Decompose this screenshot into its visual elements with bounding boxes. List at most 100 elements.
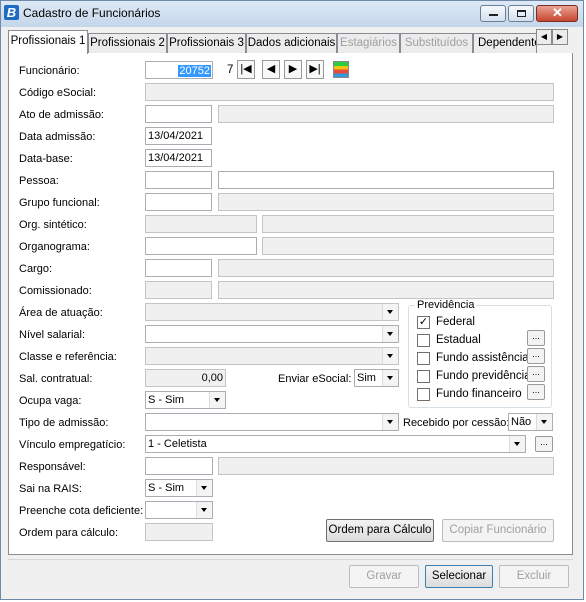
funcionario-code-value: 20752 — [178, 65, 211, 77]
vinculo-select[interactable]: 1 - Celetista — [145, 435, 526, 453]
tab-profissionais-2[interactable]: Profissionais 2 — [88, 33, 167, 53]
tab-estagiarios[interactable]: Estagiários — [337, 33, 400, 53]
federal-label: Federal — [436, 316, 475, 328]
grupo-funcional-desc — [218, 193, 554, 211]
chevron-down-icon — [196, 480, 212, 496]
nav-first-button[interactable]: |◀ — [237, 60, 255, 79]
ordem-calculo-button[interactable]: Ordem para Cálculo — [326, 519, 434, 542]
excluir-button[interactable]: Excluir — [499, 565, 569, 588]
grupo-funcional-input[interactable] — [145, 193, 212, 211]
fundo-previdencia-label: Fundo previdência — [436, 370, 531, 382]
responsavel-input[interactable] — [145, 457, 213, 475]
recebido-cessao-label: Recebido por cessão: — [403, 417, 510, 429]
cargo-desc — [218, 259, 554, 277]
enviar-esocial-value: Sim — [357, 372, 376, 384]
tab-dados-adicionais[interactable]: Dados adicionais — [246, 33, 337, 53]
minimize-icon — [489, 14, 498, 16]
fundo-assistencia-lookup-button[interactable]: ... — [527, 348, 545, 364]
codigo-esocial-field[interactable] — [145, 83, 554, 101]
classe-referencia-select[interactable] — [145, 347, 399, 365]
first-record-icon: |◀ — [240, 63, 252, 75]
nav-prev-button[interactable]: ◀ — [262, 60, 280, 79]
nav-next-button[interactable]: ▶ — [284, 60, 302, 79]
ordem-calculo-field[interactable] — [145, 523, 213, 541]
chevron-down-icon — [382, 348, 398, 364]
fundo-assistencia-label: Fundo assistência — [436, 352, 529, 364]
federal-checkbox[interactable]: ✓ — [417, 316, 430, 329]
recebido-cessao-value: Não — [511, 416, 532, 428]
vinculo-lookup-button[interactable]: ... — [535, 436, 553, 452]
maximize-button[interactable] — [508, 5, 534, 22]
data-base-label: Data-base: — [19, 153, 73, 165]
prev-record-icon: ◀ — [266, 63, 276, 75]
tab-dependentes[interactable]: Dependentes — [473, 33, 537, 53]
organograma-input[interactable] — [145, 237, 257, 255]
selecionar-button[interactable]: Selecionar — [425, 565, 493, 588]
sal-contratual-label: Sal. contratual: — [19, 373, 93, 385]
funcionario-code-input[interactable]: 20752 — [145, 61, 213, 79]
app-icon: B — [4, 5, 19, 20]
last-record-icon: ▶| — [309, 63, 321, 75]
fundo-financeiro-checkbox[interactable] — [417, 388, 430, 401]
sal-contratual-field[interactable]: 0,00 — [145, 369, 226, 387]
nav-last-button[interactable]: ▶| — [306, 60, 324, 79]
gravar-button[interactable]: Gravar — [349, 565, 419, 588]
estadual-lookup-button[interactable]: ... — [527, 330, 545, 346]
ocupa-vaga-select[interactable]: S - Sim — [145, 391, 226, 409]
chevron-down-icon — [382, 370, 398, 386]
ato-admissao-input[interactable] — [145, 105, 212, 123]
recebido-cessao-select[interactable]: Não — [508, 413, 553, 431]
nivel-salarial-select[interactable] — [145, 325, 399, 343]
data-admissao-input[interactable]: 13/04/2021 — [145, 127, 212, 145]
tab-profissionais-3[interactable]: Profissionais 3 — [167, 33, 246, 53]
area-atuacao-label: Área de atuação: — [19, 307, 103, 319]
enviar-esocial-select[interactable]: Sim — [354, 369, 399, 387]
chevron-down-icon — [382, 304, 398, 320]
tab-scroll-right-button[interactable]: ▶ — [552, 29, 568, 45]
tab-scroll-left-button[interactable]: ◀ — [536, 29, 552, 45]
org-sintetico-input[interactable] — [145, 215, 257, 233]
funcionario-label: Funcionário: — [19, 65, 80, 77]
list-icon[interactable] — [333, 61, 349, 78]
vinculo-label: Vínculo empregatício: — [19, 439, 126, 451]
nivel-salarial-label: Nível salarial: — [19, 329, 86, 341]
cargo-input[interactable] — [145, 259, 212, 277]
close-icon: ✕ — [552, 5, 563, 20]
grupo-funcional-label: Grupo funcional: — [19, 197, 100, 209]
chevron-down-icon — [196, 502, 212, 518]
vinculo-value: 1 - Celetista — [148, 438, 207, 450]
comissionado-input[interactable] — [145, 281, 212, 299]
fundo-assistencia-checkbox[interactable] — [417, 352, 430, 365]
next-record-icon: ▶ — [288, 63, 298, 75]
minimize-button[interactable] — [480, 5, 506, 22]
ocupa-vaga-label: Ocupa vaga: — [19, 395, 82, 407]
organograma-desc — [262, 237, 554, 255]
fundo-financeiro-lookup-button[interactable]: ... — [527, 384, 545, 400]
comissionado-label: Comissionado: — [19, 285, 92, 297]
comissionado-desc — [218, 281, 554, 299]
tipo-admissao-select[interactable] — [145, 413, 399, 431]
area-atuacao-select[interactable] — [145, 303, 399, 321]
chevron-down-icon — [509, 436, 525, 452]
close-button[interactable]: ✕ — [536, 5, 578, 22]
pessoa-desc[interactable] — [218, 171, 554, 189]
tipo-admissao-label: Tipo de admissão: — [19, 417, 109, 429]
fundo-previdencia-checkbox[interactable] — [417, 370, 430, 383]
fundo-previdencia-lookup-button[interactable]: ... — [527, 366, 545, 382]
data-base-input[interactable]: 13/04/2021 — [145, 149, 212, 167]
cota-deficiente-select[interactable] — [145, 501, 213, 519]
copiar-funcionario-button[interactable]: Copiar Funcionário — [442, 519, 554, 542]
tab-profissionais-1[interactable]: Profissionais 1 — [8, 30, 88, 54]
maximize-icon — [517, 10, 526, 17]
checkmark-icon: ✓ — [418, 316, 429, 328]
cargo-label: Cargo: — [19, 263, 53, 275]
fundo-financeiro-label: Fundo financeiro — [436, 388, 522, 400]
enviar-esocial-label: Enviar eSocial: — [278, 373, 352, 385]
sai-rais-select[interactable]: S - Sim — [145, 479, 213, 497]
pessoa-input[interactable] — [145, 171, 212, 189]
tab-substituidos[interactable]: Substituídos — [400, 33, 473, 53]
classe-referencia-label: Classe e referência: — [19, 351, 117, 363]
ocupa-vaga-value: S - Sim — [148, 394, 185, 406]
ato-admissao-desc — [218, 105, 554, 123]
estadual-checkbox[interactable] — [417, 334, 430, 347]
